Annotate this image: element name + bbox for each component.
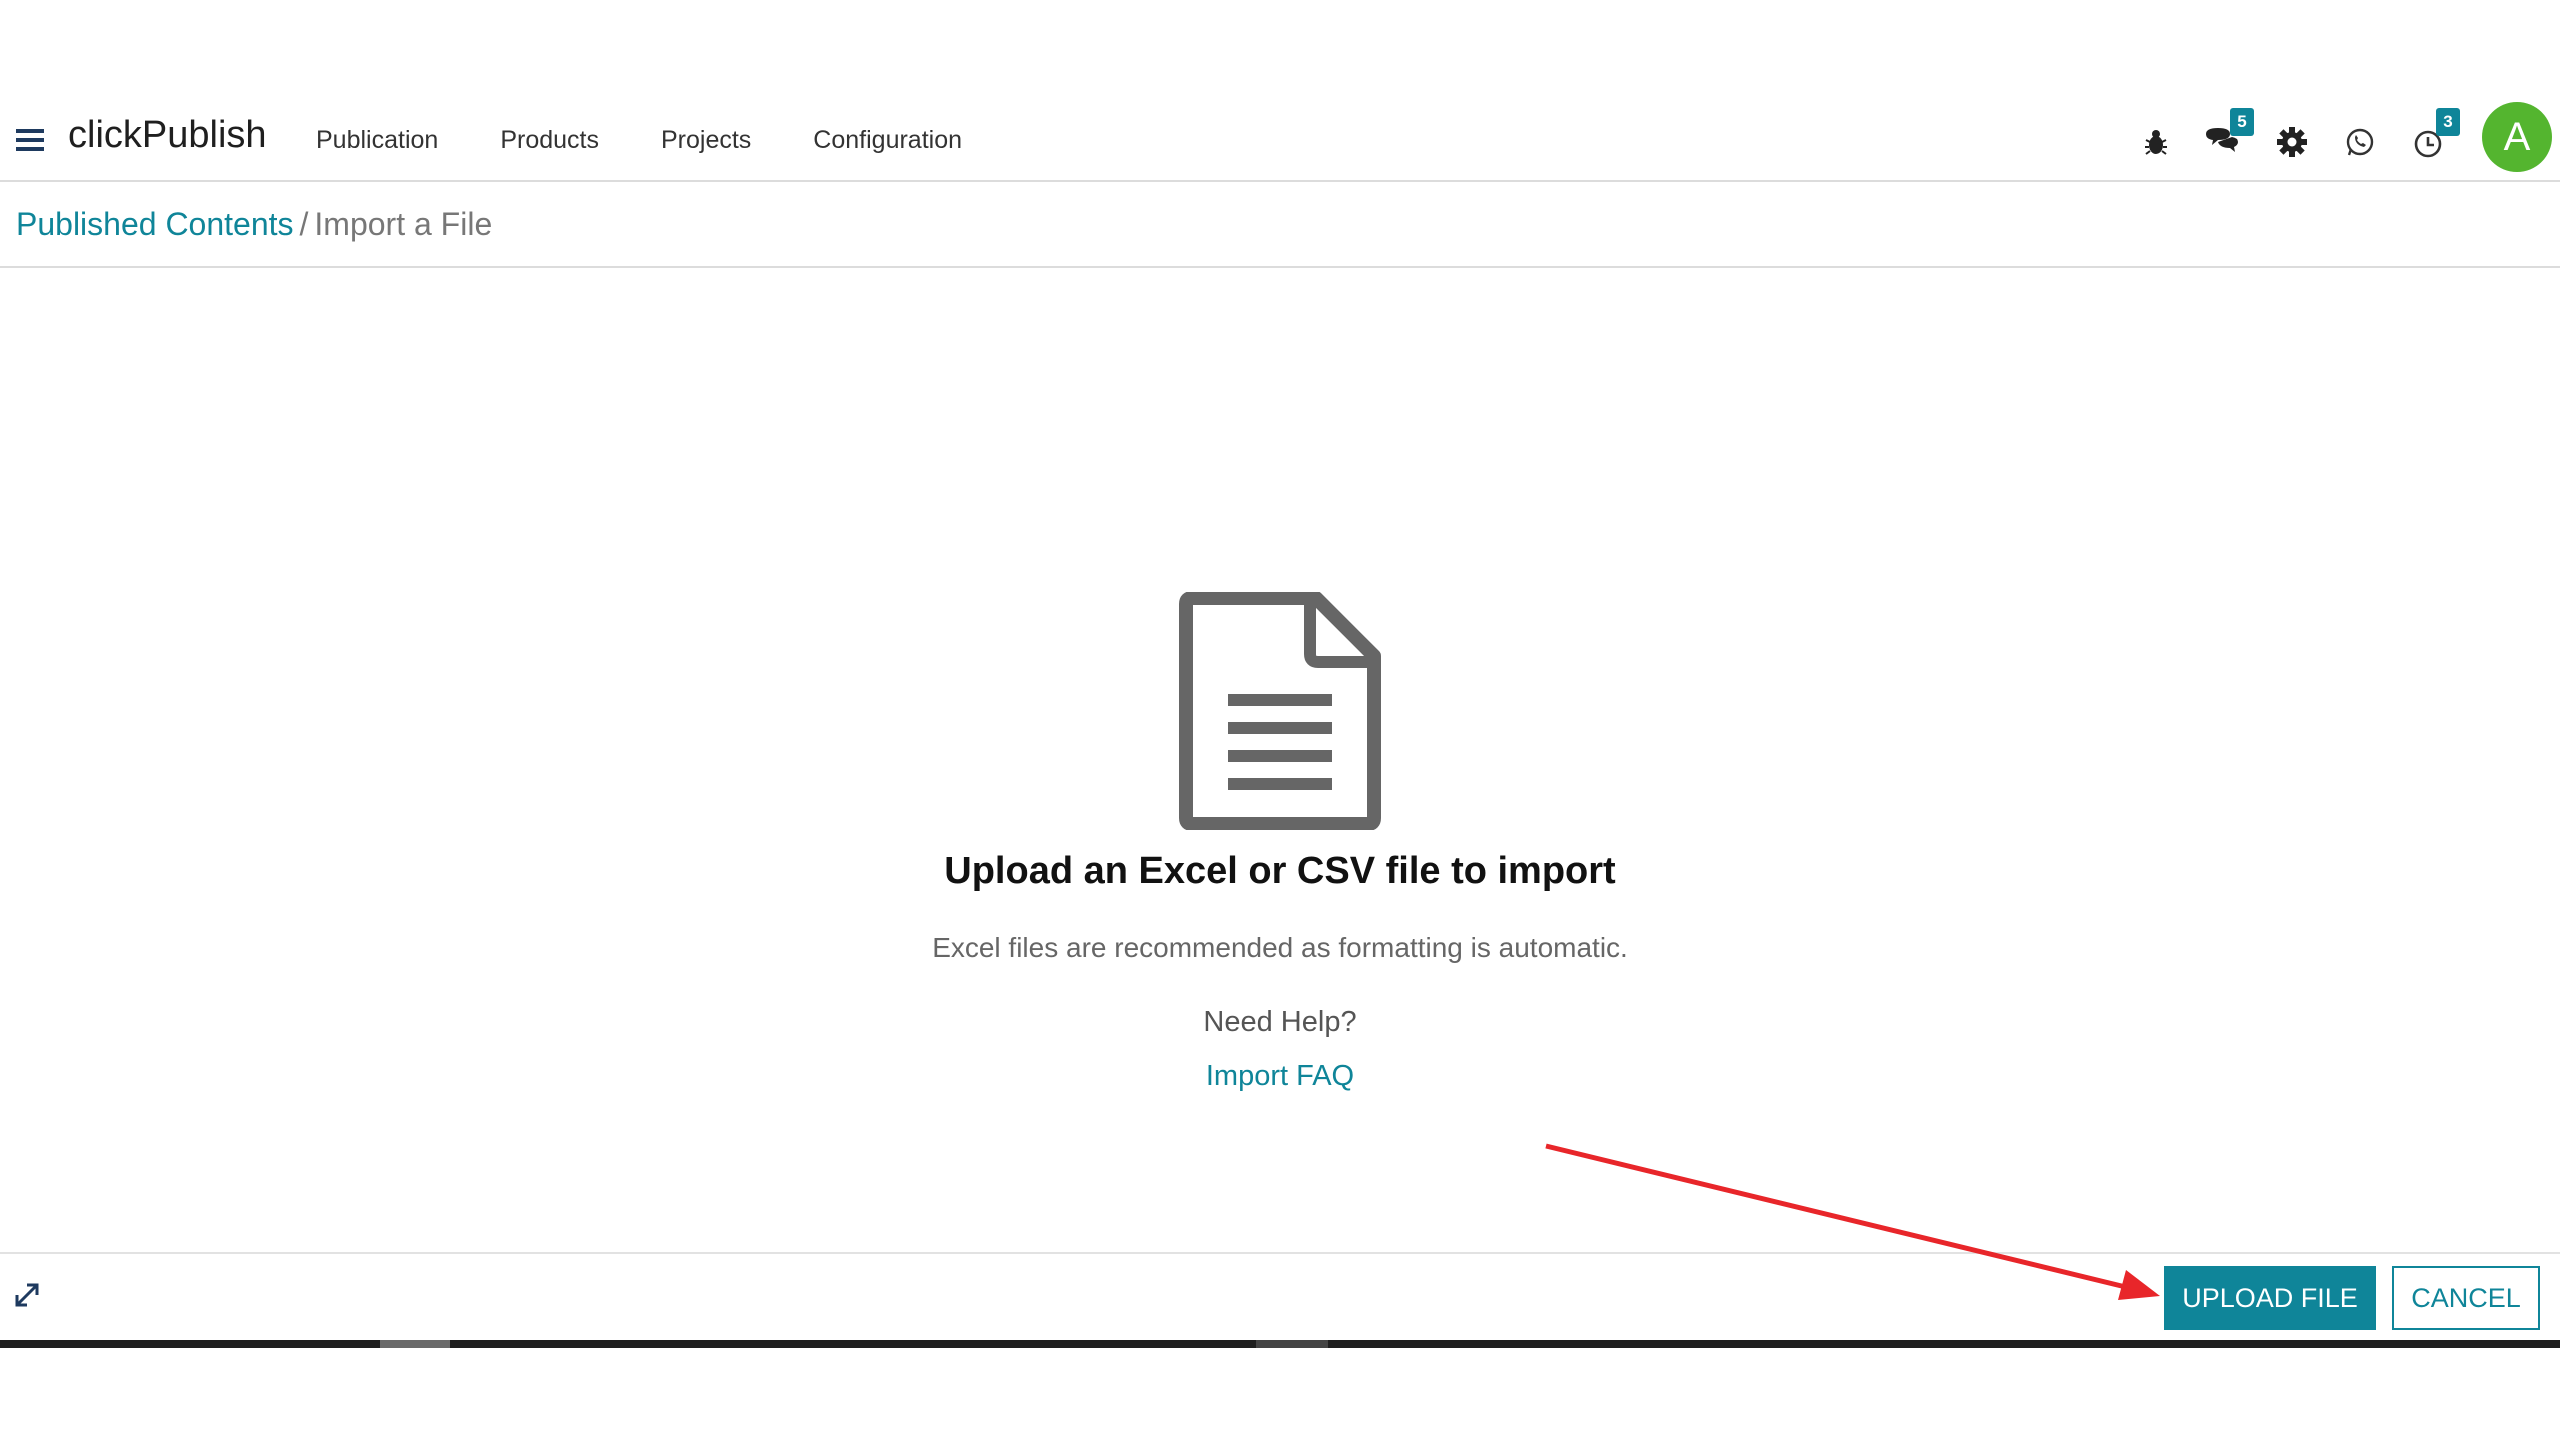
expand-icon[interactable] [12,1280,42,1310]
import-content: Upload an Excel or CSV file to import Ex… [0,270,2560,1250]
activity-count-badge: 3 [2436,108,2460,136]
clock-icon[interactable]: 3 [2408,108,2460,162]
upload-subtitle: Excel files are recommended as formattin… [932,932,1628,963]
cancel-button[interactable]: CANCEL [2392,1266,2540,1330]
upload-file-button[interactable]: UPLOAD FILE [2164,1266,2376,1330]
breadcrumb-separator: / [299,206,309,242]
chat-bubbles-icon[interactable]: 5 [2202,108,2254,162]
systray: 5 3 A [2100,100,2560,182]
app-brand[interactable]: clickPublish [68,114,267,157]
help-title: Need Help? [1203,1006,1357,1038]
user-avatar[interactable]: A [2482,102,2552,172]
control-panel: Published Contents / Import a File [0,182,2560,268]
upload-title: Upload an Excel or CSV file to import [944,850,1616,892]
menu-toggle-icon[interactable] [14,122,46,158]
menu-item-products[interactable]: Products [500,120,599,160]
file-text-icon [1178,591,1384,831]
top-navbar: clickPublish Publication Products Projec… [0,100,2560,182]
scroll-thumb-left [380,1340,450,1348]
scroll-thumb-center [1256,1340,1328,1348]
gear-icon[interactable] [2272,122,2312,162]
messages-count-badge: 5 [2230,108,2254,136]
import-faq-link[interactable]: Import FAQ [1180,1060,1380,1093]
breadcrumb-current: Import a File [314,206,493,242]
bottom-scroll-strip [0,1340,2560,1348]
menu-item-configuration[interactable]: Configuration [813,120,962,160]
main-menu: Publication Products Projects Configurat… [316,120,1024,160]
whatsapp-icon[interactable] [2340,122,2380,162]
breadcrumb: Published Contents / Import a File [16,206,492,243]
menu-item-publication[interactable]: Publication [316,120,438,160]
footer-action-bar: UPLOAD FILE CANCEL [0,1252,2560,1344]
breadcrumb-published-contents[interactable]: Published Contents [16,206,294,242]
menu-item-projects[interactable]: Projects [661,120,751,160]
import-page: clickPublish Publication Products Projec… [0,0,2560,1440]
bug-icon[interactable] [2136,122,2176,162]
